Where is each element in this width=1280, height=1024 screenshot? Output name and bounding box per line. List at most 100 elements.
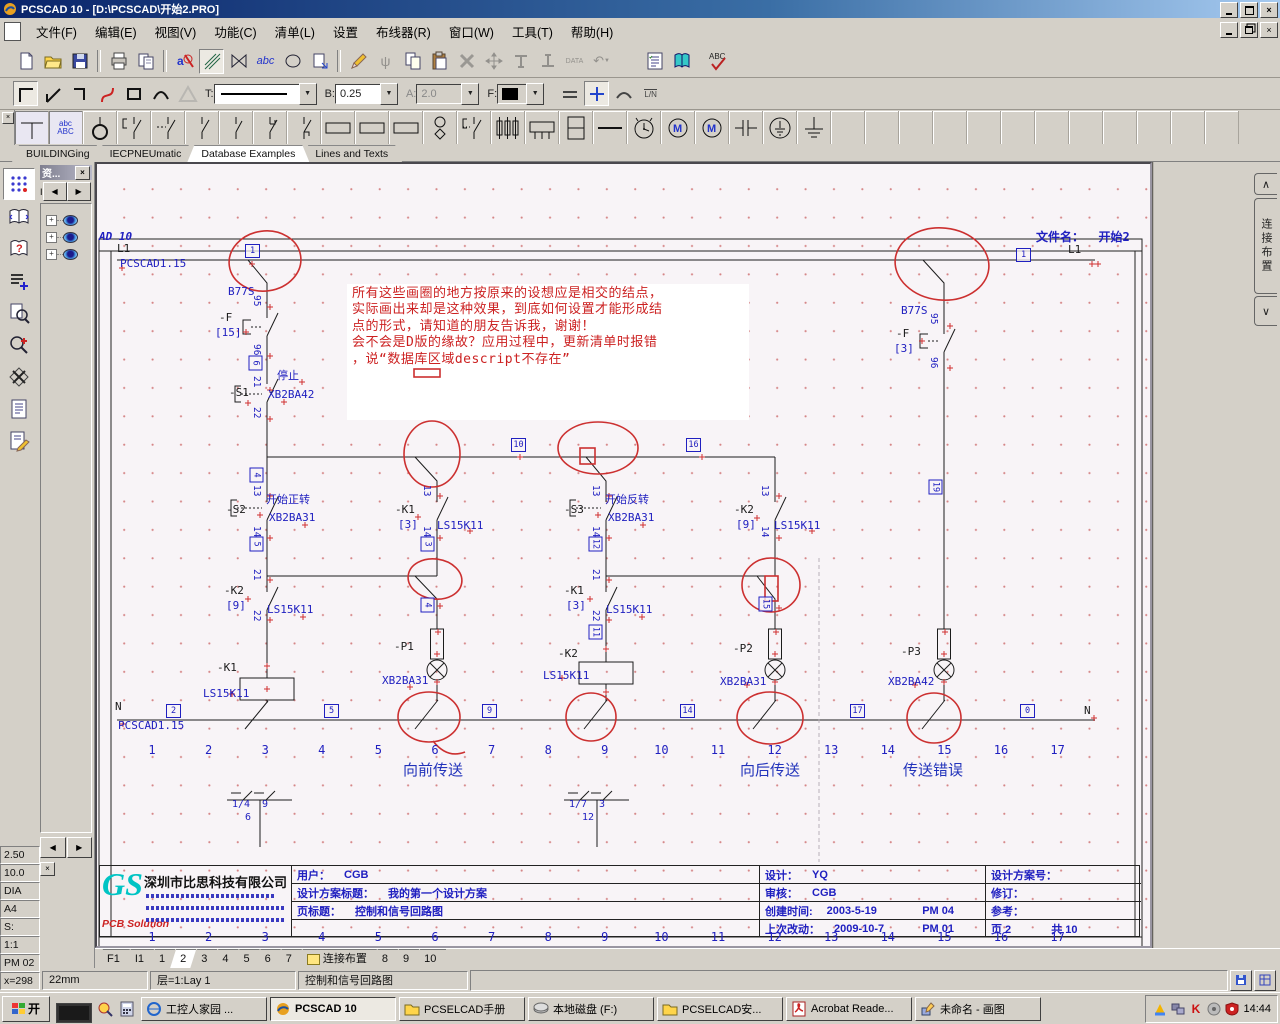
menu-item[interactable]: 清单(L) [266, 19, 324, 44]
corner-tool-icon[interactable] [13, 81, 38, 106]
contact-dotted-icon[interactable] [457, 111, 491, 144]
wire-junction-icon[interactable] [15, 111, 49, 144]
arc-tool-icon[interactable] [148, 81, 173, 106]
dock-tab-connection-layout[interactable]: 连接布置 [1254, 198, 1277, 294]
panel-next-button[interactable]: ▶ [67, 182, 91, 201]
menu-item[interactable]: 工具(T) [503, 19, 562, 44]
sheet-tab-连接布置[interactable]: 连接布置 [297, 949, 377, 968]
line-type-select[interactable] [214, 84, 300, 104]
earth-icon[interactable] [797, 111, 831, 144]
tree-item[interactable]: + [41, 229, 91, 246]
contact-e-icon[interactable] [117, 111, 151, 144]
contact-hook-icon[interactable] [253, 111, 287, 144]
motor-icon[interactable]: M [661, 111, 695, 144]
menu-item[interactable]: 窗口(W) [440, 19, 503, 44]
start-button[interactable]: 开 [2, 996, 50, 1022]
panel-small-close-icon[interactable]: × [40, 862, 55, 876]
new-document-icon[interactable] [13, 49, 38, 74]
print-pages-icon[interactable] [133, 49, 158, 74]
move-icon[interactable] [481, 49, 506, 74]
pin-down-icon[interactable] [535, 49, 560, 74]
contact-no-icon[interactable] [185, 111, 219, 144]
print-icon[interactable] [106, 49, 131, 74]
help-book-icon[interactable]: ? [4, 234, 34, 264]
hscroll-right-button[interactable]: ▶ [67, 837, 93, 858]
delete-icon[interactable] [454, 49, 479, 74]
quicklaunch-console-icon[interactable] [56, 1003, 92, 1023]
toolbar-handle[interactable]: × [0, 110, 15, 145]
ltn-icon[interactable]: L/N [638, 81, 663, 106]
report-icon[interactable] [4, 394, 34, 424]
task-button[interactable]: 未命名 - 画图 [915, 997, 1041, 1021]
earth-circle-icon[interactable] [763, 111, 797, 144]
sheet-tab-10[interactable]: 10 [414, 949, 446, 968]
tree-item[interactable]: + [41, 246, 91, 263]
task-button[interactable]: PCSELCAD安... [657, 997, 783, 1021]
relay-box2-icon[interactable] [355, 111, 389, 144]
pencil-icon[interactable] [346, 49, 371, 74]
terminal-box-icon[interactable] [559, 111, 593, 144]
tree-expand-icon[interactable]: + [46, 215, 57, 226]
chevron-down-icon[interactable]: ▼ [461, 83, 479, 105]
palette-tab-buildinging[interactable]: BUILDINGing [12, 145, 104, 162]
ellipse-icon[interactable] [280, 49, 305, 74]
indicator-icon[interactable] [423, 111, 457, 144]
undo-icon[interactable]: ↶▼ [589, 49, 614, 74]
hatch-icon[interactable] [199, 49, 224, 74]
save-icon[interactable] [67, 49, 92, 74]
search-page-icon[interactable] [4, 298, 34, 328]
contact-hook2-icon[interactable] [287, 111, 321, 144]
connector-icon[interactable] [525, 111, 559, 144]
pin-icon[interactable] [508, 49, 533, 74]
palette-tab-lines-and-texts[interactable]: Lines and Texts [301, 145, 402, 162]
spellcheck-icon[interactable]: ABC [706, 49, 731, 74]
maximize-button[interactable] [1240, 2, 1258, 18]
paste-icon[interactable] [427, 49, 452, 74]
meter-clock-icon[interactable] [627, 111, 661, 144]
relay-box-icon[interactable] [321, 111, 355, 144]
mdi-restore-button[interactable] [1240, 22, 1258, 38]
grid-snap-icon[interactable] [3, 168, 35, 200]
dock-scroll-down[interactable]: ∨ [1254, 296, 1277, 326]
menu-item[interactable]: 功能(C) [205, 19, 265, 44]
tree-item[interactable]: + [41, 212, 91, 229]
chevron-down-icon[interactable]: ▼ [380, 83, 398, 105]
mirror-icon[interactable] [226, 49, 251, 74]
library-icon[interactable] [669, 49, 694, 74]
contact-no2-icon[interactable] [219, 111, 253, 144]
task-button[interactable]: PCSELCAD手册 [399, 997, 525, 1021]
menu-item[interactable]: 帮助(H) [562, 19, 622, 44]
delete-target-icon[interactable] [4, 362, 34, 392]
triangle-tool-icon[interactable] [175, 81, 200, 106]
junction-cross-icon[interactable] [584, 81, 609, 106]
palette-tab-database-examples[interactable]: Database Examples [187, 145, 309, 162]
contact-dashed-icon[interactable] [151, 111, 185, 144]
drawing-canvas[interactable]: GS PCB Solution 深圳市比思科技有限公司 用户：CGB 设计方案标… [95, 162, 1152, 948]
tree-expand-icon[interactable]: + [46, 249, 57, 260]
capacitor-icon[interactable] [729, 111, 763, 144]
mdi-close-button[interactable]: × [1260, 22, 1278, 38]
motor2-icon[interactable]: M [695, 111, 729, 144]
find-symbol-icon[interactable]: a [172, 49, 197, 74]
palette-tab-iecpneumatic[interactable]: IECPNEUmatic [96, 145, 196, 162]
hscroll-left-button[interactable]: ◀ [40, 837, 66, 858]
arc-segment-icon[interactable] [611, 81, 636, 106]
list-manager-icon[interactable] [642, 49, 667, 74]
angle-select[interactable]: 2.0 [416, 84, 462, 104]
menu-item[interactable]: 布线器(R) [367, 19, 440, 44]
psi-icon[interactable]: ψ [373, 49, 398, 74]
data-icon[interactable]: DATA [562, 49, 587, 74]
rectangle-tool-icon[interactable] [121, 81, 146, 106]
task-button[interactable]: PCSCAD 10 [270, 997, 396, 1021]
menu-item[interactable]: 设置 [324, 19, 367, 44]
chevron-down-icon[interactable]: ▼ [526, 83, 544, 105]
tray-kav-icon[interactable]: K [1188, 1001, 1203, 1016]
mdi-minimize-button[interactable] [1220, 22, 1238, 38]
add-list-icon[interactable] [4, 266, 34, 296]
tray-art-icon[interactable] [1152, 1001, 1167, 1016]
zoom-add-icon[interactable] [4, 330, 34, 360]
tray-spk-icon[interactable] [1206, 1001, 1221, 1016]
fuse-triple-icon[interactable] [491, 111, 525, 144]
line-width-select[interactable]: 0.25 [335, 84, 381, 104]
fill-color-select[interactable] [497, 84, 527, 104]
